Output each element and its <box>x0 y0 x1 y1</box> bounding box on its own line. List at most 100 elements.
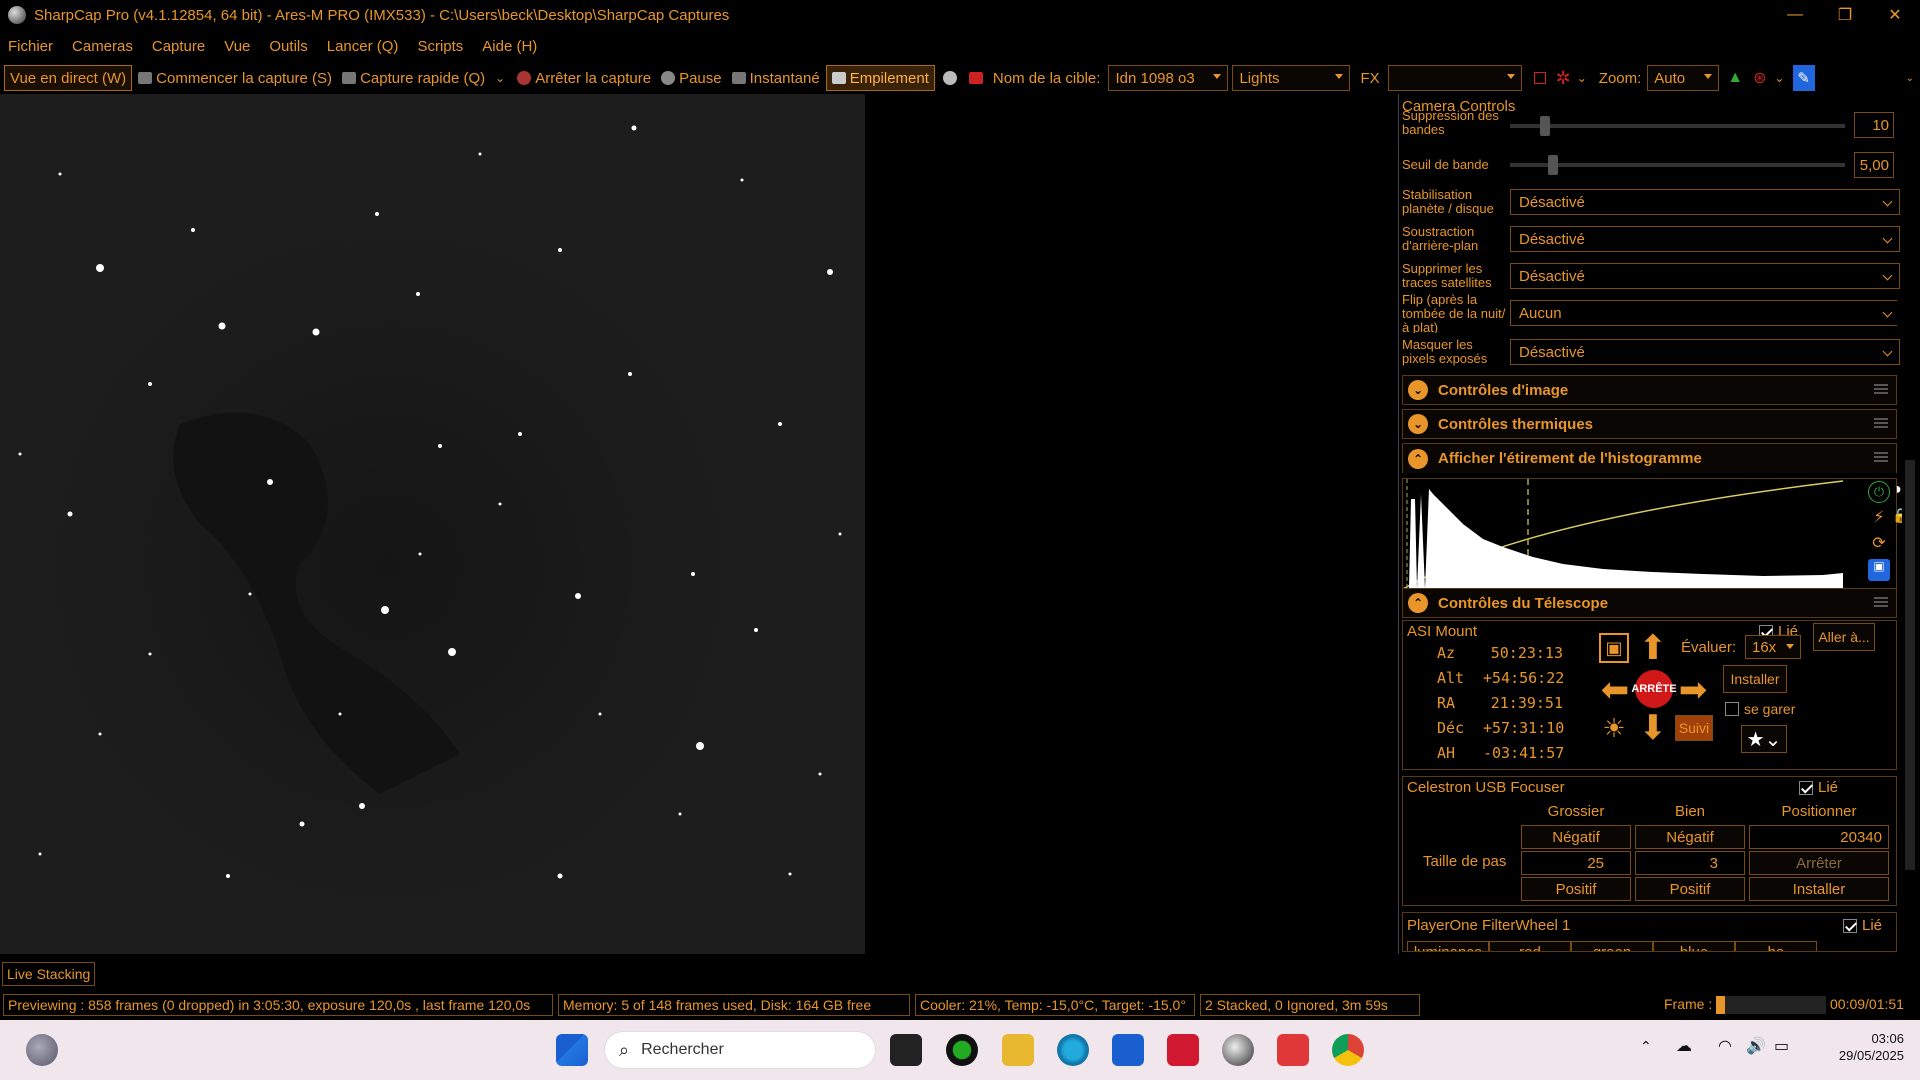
sun-icon[interactable]: ☀ <box>1599 713 1629 743</box>
menu-scripts[interactable]: Scripts <box>417 38 463 55</box>
telescope-section[interactable]: ⌃ Contrôles du Télescope <box>1402 588 1897 618</box>
histogram-tool-button[interactable] <box>942 65 961 91</box>
goto-button[interactable]: Aller à... <box>1813 623 1875 651</box>
save-icon[interactable]: ▣ <box>1868 559 1890 581</box>
coarse-step-field[interactable]: 25 <box>1521 851 1631 875</box>
band-threshold-slider[interactable] <box>1510 155 1845 175</box>
fine-positive-button[interactable]: Positif <box>1635 877 1745 901</box>
histogram-icon[interactable]: ▲ <box>1727 65 1743 91</box>
focuser-linked[interactable]: Lié <box>1799 779 1838 796</box>
hamburger-icon[interactable] <box>1874 418 1888 428</box>
onedrive-icon[interactable]: ☁ <box>1676 1036 1692 1056</box>
band-suppression-slider[interactable] <box>1510 116 1845 136</box>
taskbar-search[interactable]: ⌕ Rechercher <box>604 1031 876 1069</box>
chevron-down-icon[interactable]: ⌄ <box>1577 65 1587 91</box>
stacking-button[interactable]: Empilement <box>825 65 935 91</box>
file-explorer-icon[interactable] <box>1002 1034 1034 1066</box>
target-tool-button[interactable] <box>968 65 987 91</box>
menu-view[interactable]: Vue <box>224 38 250 55</box>
chevron-down-icon[interactable]: ⌄ <box>495 71 505 85</box>
focus-icon[interactable]: ⊛ <box>1753 65 1766 91</box>
histogram-section[interactable]: ⌃ Afficher l'étirement de l'histogramme <box>1402 443 1897 473</box>
menu-cameras[interactable]: Cameras <box>72 38 133 55</box>
reset-icon[interactable]: ⟳ <box>1868 533 1890 555</box>
weather-icon[interactable] <box>26 1034 58 1066</box>
filter-ha-button[interactable]: ha <box>1735 941 1817 951</box>
target-name-combo[interactable]: Idn 1098 o3 <box>1108 65 1229 91</box>
task-view-icon[interactable] <box>890 1034 922 1066</box>
store-icon[interactable] <box>1112 1034 1144 1066</box>
satellite-trails-dropdown[interactable]: Désactivé <box>1510 263 1900 289</box>
spiral-search-icon[interactable]: ▣ <box>1599 633 1629 663</box>
south-arrow-button[interactable]: ⬇ <box>1633 709 1673 747</box>
focuser-position-field[interactable]: 20340 <box>1749 825 1889 849</box>
filter-luminance-button[interactable]: luminance <box>1407 941 1489 951</box>
linked-checkbox[interactable] <box>1799 780 1813 795</box>
battery-icon[interactable]: ▭ <box>1774 1036 1789 1056</box>
windows-start-icon[interactable] <box>556 1034 588 1066</box>
clock[interactable]: 03:06 29/05/2025 <box>1814 1030 1904 1064</box>
hamburger-icon[interactable] <box>1874 452 1888 462</box>
focuser-stop-button[interactable]: Arrêter <box>1749 851 1889 875</box>
filter-green-button[interactable]: green <box>1571 941 1653 951</box>
slider-thumb[interactable] <box>1540 116 1550 136</box>
menu-file[interactable]: Fichier <box>8 38 53 55</box>
close-button[interactable]: ✕ <box>1870 0 1920 30</box>
start-capture-button[interactable]: Commencer la capture (S) <box>138 65 332 91</box>
stabilization-dropdown[interactable]: Désactivé <box>1510 189 1900 215</box>
panel-scrollbar[interactable] <box>1902 120 1918 950</box>
east-arrow-button[interactable]: ➡ <box>1673 671 1713 709</box>
filter-blue-button[interactable]: blue <box>1653 941 1735 951</box>
maximize-button[interactable]: ❐ <box>1820 0 1870 30</box>
stop-slew-button[interactable]: ARRÊTE <box>1631 670 1677 708</box>
crosshair-icon[interactable]: ✲ <box>1556 65 1571 91</box>
park-checkbox[interactable] <box>1725 702 1739 716</box>
chevron-down-icon[interactable]: ⌄ <box>1775 65 1785 91</box>
filterwheel-linked[interactable]: Lié <box>1843 917 1882 934</box>
edge-icon[interactable] <box>1057 1034 1089 1066</box>
menu-capture[interactable]: Capture <box>152 38 205 55</box>
background-subtraction-dropdown[interactable]: Désactivé <box>1510 226 1900 252</box>
filter-red-button[interactable]: red <box>1489 941 1571 951</box>
band-suppression-value[interactable]: 10 <box>1854 112 1894 138</box>
thermal-controls-section[interactable]: ⌄ Contrôles thermiques <box>1402 409 1897 439</box>
pin-icon[interactable]: ✎ <box>1792 65 1815 91</box>
west-arrow-button[interactable]: ⬅ <box>1595 671 1635 709</box>
linked-checkbox[interactable] <box>1843 918 1857 933</box>
menu-tools[interactable]: Outils <box>269 38 307 55</box>
image-controls-section[interactable]: ⌄ Contrôles d'image <box>1402 375 1897 405</box>
flip-dropdown[interactable]: Aucun <box>1510 300 1897 326</box>
image-preview-area[interactable] <box>0 94 1395 954</box>
toolbar-overflow-icon[interactable]: ⌄ <box>1906 65 1914 91</box>
slider-thumb[interactable] <box>1548 155 1558 175</box>
snapshot-button[interactable]: Instantané <box>731 65 820 91</box>
wifi-icon[interactable]: ◠ <box>1718 1036 1732 1056</box>
pixinsight-icon[interactable] <box>1167 1034 1199 1066</box>
phd2-icon[interactable] <box>946 1034 978 1066</box>
band-threshold-value[interactable]: 5,00 <box>1854 152 1894 178</box>
tray-overflow-icon[interactable]: ⌃ <box>1640 1038 1652 1055</box>
fx-combo[interactable] <box>1387 65 1522 91</box>
histogram-display[interactable]: ⏻ ◑ ⚡ 🔒 ⟳ ▣ <box>1402 478 1909 590</box>
coarse-positive-button[interactable]: Positif <box>1521 877 1631 901</box>
park-toggle[interactable]: se garer <box>1725 701 1795 717</box>
hamburger-icon[interactable] <box>1874 597 1888 607</box>
stop-capture-button[interactable]: Arrêter la capture <box>517 65 651 91</box>
north-arrow-button[interactable]: ⬆ <box>1633 629 1673 667</box>
fine-negative-button[interactable]: Négatif <box>1635 825 1745 849</box>
reticle-button[interactable] <box>1533 65 1546 91</box>
live-view-button[interactable]: Vue en direct (W) <box>4 65 133 91</box>
sharpcap-taskbar-icon[interactable] <box>1222 1034 1254 1066</box>
frame-type-combo[interactable]: Lights <box>1232 65 1351 91</box>
quick-capture-button[interactable]: Capture rapide (Q) ⌄ <box>342 65 505 91</box>
tracking-button[interactable]: Suivi <box>1675 715 1713 741</box>
power-icon[interactable]: ⏻ <box>1868 481 1890 503</box>
install-mount-button[interactable]: Installer <box>1723 665 1787 693</box>
hamburger-icon[interactable] <box>1874 384 1888 394</box>
star-icon[interactable]: ★⌄ <box>1741 725 1787 753</box>
volume-icon[interactable]: 🔊 <box>1746 1036 1766 1056</box>
anydesk-icon[interactable] <box>1277 1034 1309 1066</box>
lightning-icon[interactable]: ⚡ <box>1868 507 1890 529</box>
live-stacking-tab[interactable]: Live Stacking <box>2 962 96 986</box>
pause-button[interactable]: Pause <box>661 65 722 91</box>
